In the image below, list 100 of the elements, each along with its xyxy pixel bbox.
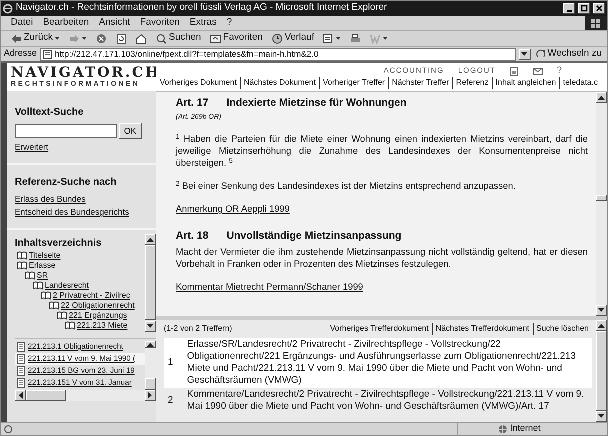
search-icon[interactable] [156,34,168,44]
left-arrow-icon[interactable] [18,392,23,399]
section-title: Volltext-Suche [15,106,85,120]
paragraph: $^{2}$ Bei einer Senkung des Landesindexes ist der Mietzins entsprechend anzupassen. [176,180,517,192]
up-arrow-icon[interactable] [147,236,154,242]
paragraph: Macht der Vermieter die ihm zustehende Mietzinsanpassung nicht vollständig geltend, hat er diesen Vorbehalt in Franken oder in Prozenten des Mietzinses festzulegen. [176,246,588,270]
caret-icon[interactable] [55,37,60,40]
commentary-link[interactable]: Anmerkung OR Aeppli 1999 [176,203,290,217]
caret-icon[interactable] [383,37,388,40]
result-number: 1 [168,357,174,369]
article-number: Art. 18 [176,228,209,244]
nav-link[interactable]: Nächstes Dokument [240,77,319,89]
scroll-thumb[interactable] [596,331,607,411]
section-title: Referenz-Suche nach [15,176,118,190]
windows-logo-icon [591,18,601,28]
caret-icon[interactable] [521,52,528,56]
forward-button[interactable] [67,34,90,44]
favorites-button[interactable]: Favoriten [208,31,265,46]
tree-item[interactable]: 22 Obligationenrecht [61,300,135,312]
address-field[interactable]: http://212.47.171.103/online/fpext.dll?f=templates&fn=main-h.htm&2.0 [40,48,516,60]
edit-button[interactable] [368,34,390,44]
reference-link[interactable]: Entscheid des Bundesgerichts [15,207,130,218]
nav-link[interactable]: Nächster Treffer [388,77,452,89]
advanced-search-link[interactable]: Erweitert [15,142,49,152]
clock-icon[interactable] [272,34,283,44]
article-title: Indexierte Mietzinse für Wohnungen [226,96,407,111]
mail-icon[interactable] [532,68,543,74]
book-icon [57,311,67,320]
scrollbar[interactable] [596,320,607,422]
window-title: Navigator.ch - Rechtsinformationen by orell füssli Verlag AG - Microsoft Internet Explorer [16,2,388,14]
go-arrow-icon[interactable] [536,49,546,59]
search-button[interactable]: Suchen [154,31,204,46]
results-link[interactable]: Vorheriges Trefferdokument [327,323,432,335]
search-field[interactable] [15,124,117,138]
tree-item[interactable]: Landesrecht [45,280,90,292]
document-icon[interactable] [323,34,334,44]
tree-item[interactable]: 2 Privatrecht - Zivilrec [53,290,130,302]
scrollbar[interactable] [15,390,156,401]
nav-link[interactable]: teledata.c [559,77,601,89]
up-arrow-icon[interactable] [147,342,154,347]
down-arrow-icon[interactable] [598,308,605,313]
scrollbar[interactable] [145,340,156,393]
up-arrow-icon[interactable] [598,323,605,328]
zone-label: Internet [510,422,541,436]
scrollbar[interactable] [145,234,156,332]
menu-item[interactable]: Extras [190,16,217,30]
book-icon [41,291,51,300]
menu-item[interactable]: Favoriten [140,16,180,30]
menu-item[interactable]: ? [226,16,232,30]
down-arrow-icon[interactable] [598,414,605,419]
book-icon [25,271,35,280]
menu-item[interactable]: Datei [11,16,34,30]
result-number: 2 [168,395,174,407]
result-link[interactable]: Kommentare/Landesrecht/2 Privatrecht - Zivilrechtspflege - Vollstreckung/221.213.11 V vom 9. Mai 1990 über die Miete und Pacht von Wohn- und Geschäftsräumen (VMWG)/Art. 17 [187,389,588,413]
menu-item[interactable]: Bearbeiten [43,16,90,30]
back-button[interactable]: Zurück [9,31,62,46]
book-icon [65,321,75,330]
scroll-thumb[interactable] [145,244,156,320]
nav-link[interactable]: Vorheriges Dokument [160,77,240,89]
history-button[interactable]: Verlauf [270,31,316,46]
scroll-thumb[interactable] [145,378,156,390]
book-icon [49,301,59,310]
scroll-thumb[interactable] [26,390,66,401]
back-arrow-icon[interactable] [11,34,22,44]
go-button[interactable]: Wechseln zu [534,46,604,62]
close-button[interactable] [593,3,605,14]
nav-link[interactable]: Referenz [452,77,492,89]
scrollbar[interactable] [596,92,607,316]
book-icon [17,251,27,260]
caret-icon[interactable] [82,37,88,40]
ok-button[interactable]: OK [119,123,142,139]
result-link[interactable]: Erlasse/SR/Landesrecht/2 Privatrecht - Zivilrechtspflege - Vollstreckung/22 Obligationenrecht/221 Ergänzungs- und Ausführungserlasse zum Obligationenrecht/221.213 Miete und Pacht/221.213.11 V vom 9. Mai 1990 über die Miete und Pacht von Wohn- und Geschäftsräumen (VMWG) [187,339,588,387]
results-link[interactable]: Nächstes Trefferdokument [432,323,533,335]
caret-icon[interactable] [336,37,342,40]
close-icon[interactable] [596,5,602,12]
reference-link[interactable]: Erlass des Bundes [15,194,86,204]
site-logo[interactable]: NAVIGATOR.CH [11,66,156,80]
commentary-link[interactable]: Kommentar Mietrecht Permann/Schaner 1999 [176,280,364,294]
tree-item[interactable]: 221 Ergänzungs [69,310,128,322]
scroll-thumb[interactable] [596,194,607,201]
maximize-button[interactable] [578,3,590,14]
book-icon [33,281,43,290]
mail-button[interactable] [321,34,344,44]
tree-item[interactable]: Titelseite [29,250,61,262]
dropdown-button[interactable] [518,48,531,60]
tree-item[interactable]: SR [37,270,48,282]
article-number: Art. 17 [176,96,209,111]
right-arrow-icon[interactable] [148,392,153,399]
tree-item[interactable]: 221.213 Miete [77,320,128,332]
help-link[interactable]: ? [556,64,563,78]
minimize-button[interactable] [563,3,575,14]
menu-item[interactable]: Ansicht [99,16,130,30]
up-arrow-icon[interactable] [598,94,605,100]
maximize-icon[interactable] [580,5,588,12]
paragraph: $^{1}$ Haben die Parteien für die Miete einer Wohnung einen indexierten Mietzins vereinbart, darf die jeweilige Mietzinserhöhung die Zunahme des Landesindexes der Konsumentenpreise nicht übersteigen. $^{5}$ [176,133,588,170]
down-arrow-icon[interactable] [147,324,154,329]
nav-link[interactable]: Inhalt angleichen [492,77,560,89]
tree-item[interactable]: Erlasse [29,260,56,272]
results-link[interactable]: Suche löschen [532,323,592,335]
nav-link[interactable]: Vorheriger Treffer [318,77,388,89]
